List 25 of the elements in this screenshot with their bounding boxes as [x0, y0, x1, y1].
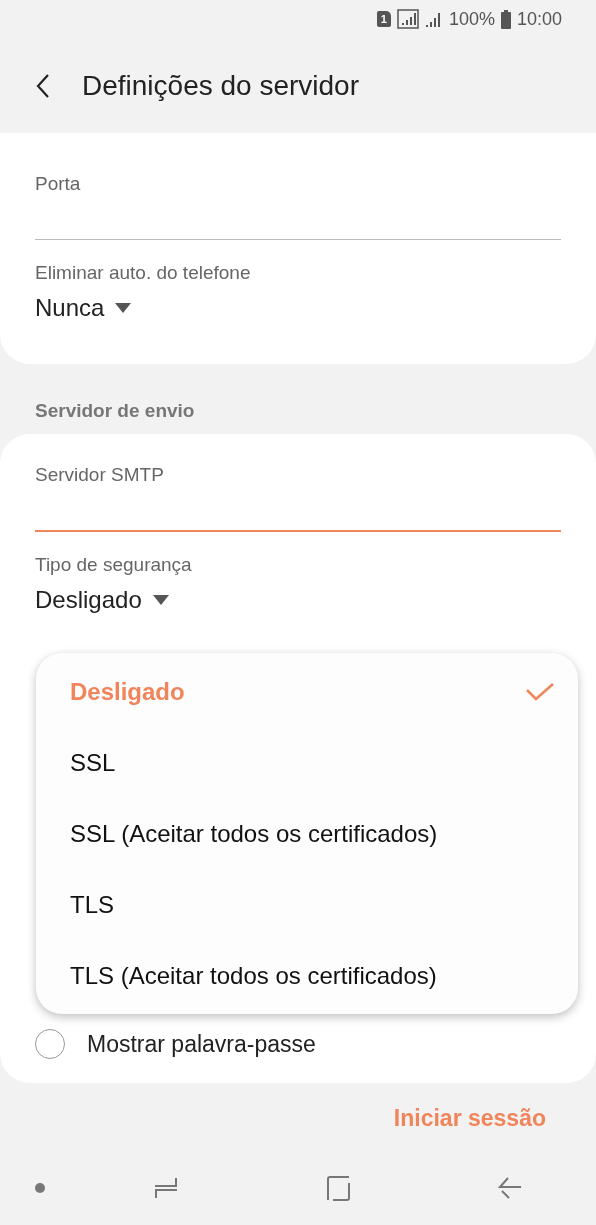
battery-level: 100%: [448, 8, 495, 30]
field-label: Eliminar auto. do telefone: [35, 262, 252, 284]
menu-option[interactable]: SSL (Aceitar todos os certificados): [36, 798, 578, 869]
field-label: Servidor SMTP: [35, 464, 165, 486]
home-button[interactable]: [326, 1175, 350, 1201]
field-label: Tipo de segurança: [35, 554, 193, 576]
battery-icon: [500, 9, 511, 29]
signal-icon: [396, 9, 419, 29]
menu-option[interactable]: TLS: [36, 869, 578, 940]
screen-title: Definições do servidor: [82, 69, 360, 102]
caret-icon: [114, 302, 133, 314]
dot-icon: [35, 1183, 45, 1193]
check-icon: [526, 682, 554, 701]
checkbox[interactable]: [35, 1029, 65, 1059]
menu-option[interactable]: SSL: [36, 727, 578, 798]
dropdown[interactable]: Nunca: [35, 294, 133, 322]
dropdown[interactable]: Desligado: [35, 586, 170, 614]
clock: 10:00: [516, 8, 562, 30]
checkbox-label: Mostrar palavra-passe: [87, 1030, 316, 1058]
menu-option[interactable]: TLS (Aceitar todos os certificados): [36, 940, 578, 1011]
section-title: Servidor de envio: [34, 399, 196, 423]
sim-icon: 1: [376, 11, 391, 27]
field-label: Porta: [35, 173, 82, 195]
recent-apps-button[interactable]: [154, 1177, 178, 1199]
caret-icon: [151, 594, 170, 606]
